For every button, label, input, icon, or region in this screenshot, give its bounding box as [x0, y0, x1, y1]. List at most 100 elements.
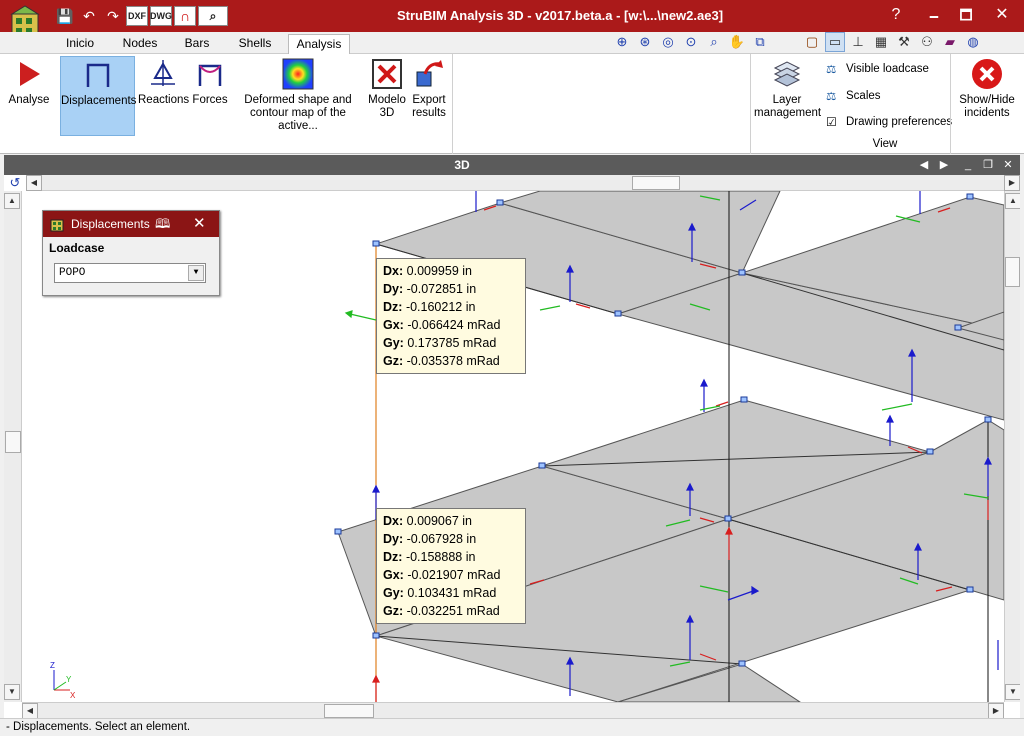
node[interactable]: [966, 193, 974, 200]
magnet-icon[interactable]: ∩: [174, 6, 196, 26]
scroll-thumb[interactable]: [632, 176, 680, 190]
displacements-button[interactable]: Displacements: [60, 56, 136, 136]
panel-title: Displacements: [71, 217, 150, 231]
view-minimize-button[interactable]: _: [960, 157, 976, 173]
forces-icon: [198, 64, 222, 86]
tab-inicio[interactable]: Inicio: [54, 34, 106, 54]
dxf-export-icon[interactable]: DXF: [126, 6, 148, 26]
scroll-right-icon[interactable]: ▶: [1004, 175, 1020, 191]
export-results-button[interactable]: Export results: [408, 56, 450, 136]
visible-loadcase-label: Visible loadcase: [846, 63, 929, 75]
zoom-dynamic-icon[interactable]: ⊙: [681, 32, 701, 52]
redo-icon[interactable]: ↷: [102, 6, 124, 26]
drawing-preferences-button[interactable]: ☑ Drawing preferences: [826, 115, 952, 129]
undo-icon[interactable]: ↶: [78, 6, 100, 26]
analyse-button[interactable]: Analyse: [6, 56, 52, 136]
scroll-left-icon[interactable]: ◀: [22, 703, 38, 718]
visible-loadcase-button[interactable]: ⚖ Visible loadcase: [826, 62, 929, 76]
node[interactable]: [926, 448, 934, 455]
forces-button[interactable]: Forces: [190, 56, 230, 136]
export-icon: [416, 60, 443, 87]
scales-button[interactable]: ⚖ Scales: [826, 89, 881, 103]
node[interactable]: [372, 632, 380, 639]
close-button[interactable]: ✕: [986, 4, 1018, 26]
window-title: StruBIM Analysis 3D - v2017.beta.a - [w:…: [396, 8, 724, 23]
loadcase-select[interactable]: POPO ▼: [54, 263, 206, 283]
binoculars-icon[interactable]: ⚇: [917, 32, 937, 52]
pan-hand-icon[interactable]: ✋: [727, 32, 747, 52]
view-restore-button[interactable]: ❐: [980, 157, 996, 173]
node[interactable]: [966, 586, 974, 593]
deformed-shape-button[interactable]: Deformed shape and contour map of the ac…: [232, 56, 364, 136]
next-view-button[interactable]: ▶: [936, 157, 952, 173]
shell-display-icon[interactable]: ▢: [802, 32, 822, 52]
dwg-export-icon[interactable]: DWG: [150, 6, 172, 26]
scroll-thumb[interactable]: [5, 431, 21, 453]
horizontal-scrollbar-top[interactable]: ◀ ▶: [26, 175, 1020, 191]
ribbon-panel: Analyse Displacements Reactions Forces D…: [0, 54, 1024, 154]
tooltip-line: Gx: -0.021907 mRad: [383, 568, 501, 582]
tab-analysis[interactable]: Analysis: [288, 34, 350, 54]
prev-view-button[interactable]: ◀: [916, 157, 932, 173]
node[interactable]: [954, 324, 962, 331]
tools-icon[interactable]: ⚒: [894, 32, 914, 52]
node[interactable]: [738, 269, 746, 276]
scroll-down-icon[interactable]: ▼: [4, 684, 20, 700]
reactions-button[interactable]: Reactions: [138, 56, 189, 136]
tab-bars[interactable]: Bars: [172, 34, 222, 54]
minimize-button[interactable]: 🗕: [918, 4, 950, 26]
support-icon[interactable]: ⊥: [848, 32, 868, 52]
scroll-up-icon[interactable]: ▲: [1005, 193, 1020, 209]
scroll-left-icon[interactable]: ◀: [26, 175, 42, 191]
book-icon[interactable]: ▰: [940, 32, 960, 52]
scales-icon: ⚖: [826, 91, 837, 103]
node[interactable]: [496, 199, 504, 206]
help-button[interactable]: ?: [880, 4, 912, 26]
vertical-scrollbar-left[interactable]: ▲ ▼: [4, 191, 22, 702]
tooltip-line: Gz: -0.035378 mRad: [383, 354, 500, 368]
zoom-window-icon[interactable]: ◎: [658, 32, 678, 52]
tab-shells[interactable]: Shells: [228, 34, 282, 54]
save-icon[interactable]: 💾: [54, 6, 76, 26]
export-view-icon[interactable]: ⧉: [750, 32, 770, 52]
panel-header[interactable]: Displacements 🕮 ✕: [43, 211, 219, 237]
node[interactable]: [538, 462, 546, 469]
node[interactable]: [740, 396, 748, 403]
ribbon-separator: [750, 54, 751, 154]
node[interactable]: [334, 528, 342, 535]
node[interactable]: [614, 310, 622, 317]
zoom-extents-icon[interactable]: ⊛: [635, 32, 655, 52]
panel-close-icon[interactable]: ✕: [193, 214, 206, 232]
node[interactable]: [738, 660, 746, 667]
node[interactable]: [372, 240, 380, 247]
tab-nodes[interactable]: Nodes: [112, 34, 168, 54]
loadcase-icon: ⚖: [826, 64, 837, 76]
refresh-icon[interactable]: ↺: [6, 175, 24, 191]
chevron-down-icon[interactable]: ▼: [188, 265, 204, 281]
modelo-3d-button[interactable]: Modelo 3D: [366, 56, 408, 136]
show-hide-incidents-button[interactable]: Show/Hide incidents: [956, 56, 1018, 136]
globe-icon[interactable]: ◍: [963, 32, 983, 52]
zoom-in-icon[interactable]: ⊕: [612, 32, 632, 52]
tooltip-line: Gz: -0.032251 mRad: [383, 604, 500, 618]
horizontal-scrollbar-bottom[interactable]: ◀ ▶: [22, 702, 1004, 718]
node[interactable]: [984, 416, 992, 423]
vertical-scrollbar-right[interactable]: ▲ ▼: [1004, 191, 1020, 702]
layer-management-button[interactable]: Layer management: [754, 56, 821, 136]
node[interactable]: [724, 515, 732, 522]
analyse-label: Analyse: [8, 94, 50, 106]
view-close-button[interactable]: ✕: [1000, 157, 1016, 173]
mesh-icon[interactable]: ▦: [871, 32, 891, 52]
book-icon[interactable]: 🕮: [155, 215, 170, 237]
scroll-down-icon[interactable]: ▼: [1005, 684, 1020, 700]
scroll-up-icon[interactable]: ▲: [4, 193, 20, 209]
maximize-button[interactable]: 🗖: [950, 4, 982, 26]
frame-icon: [86, 63, 109, 87]
show-hide-label-line2: incidents: [964, 107, 1010, 119]
scroll-right-icon[interactable]: ▶: [988, 703, 1004, 718]
zoom-dropdown-icon[interactable]: ⌕: [198, 6, 228, 26]
grid-display-icon[interactable]: ▭: [825, 32, 845, 52]
scroll-thumb[interactable]: [1005, 257, 1020, 287]
scroll-thumb[interactable]: [324, 704, 374, 718]
zoom-icon[interactable]: ⌕: [704, 32, 724, 52]
